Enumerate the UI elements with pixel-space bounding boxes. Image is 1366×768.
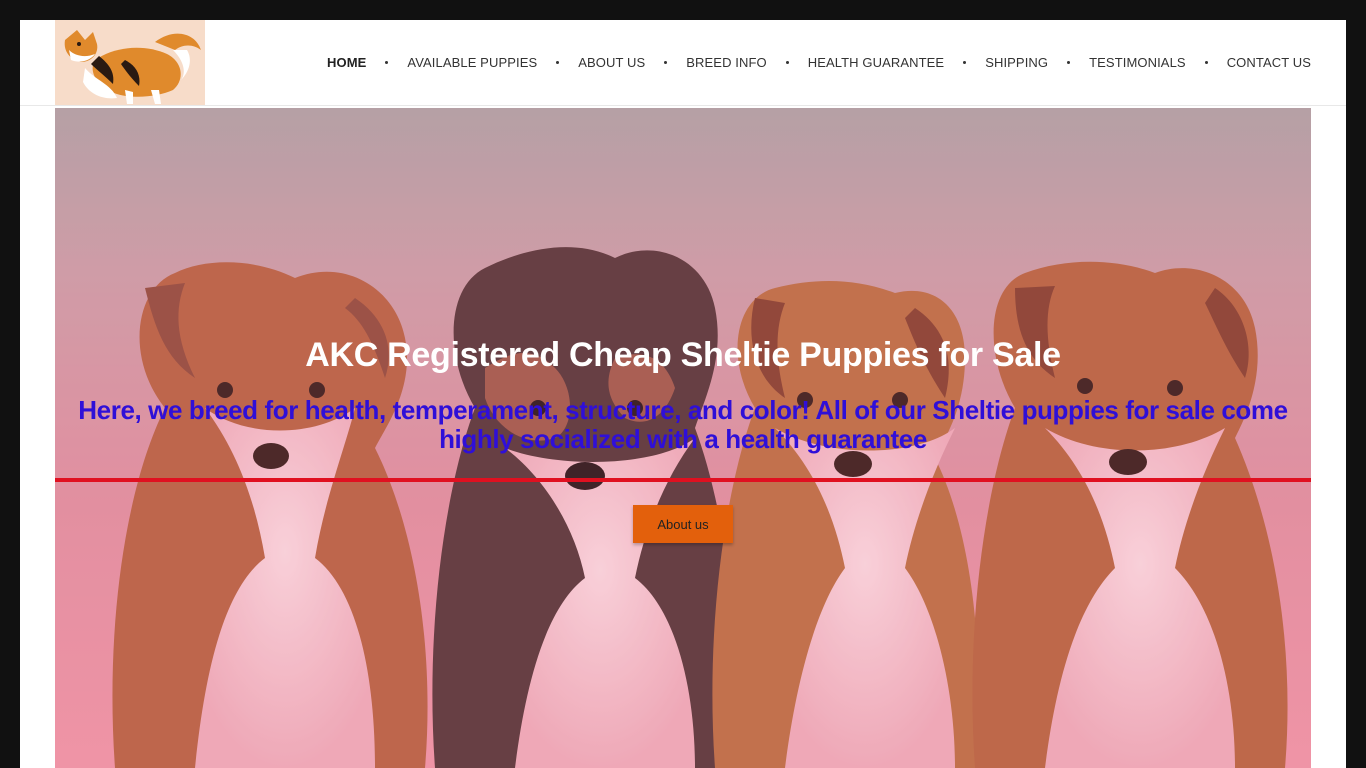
site-header: HOME AVAILABLE PUPPIES ABOUT US BREED IN…: [20, 20, 1346, 106]
nav-item-testimonials[interactable]: TESTIMONIALS: [1089, 55, 1186, 70]
nav-item-available-puppies[interactable]: AVAILABLE PUPPIES: [407, 55, 537, 70]
nav-item-home[interactable]: HOME: [327, 55, 366, 70]
sheltie-dog-logo-icon: [55, 20, 205, 105]
hero-banner: AKC Registered Cheap Sheltie Puppies for…: [55, 108, 1311, 768]
nav-item-shipping[interactable]: SHIPPING: [985, 55, 1048, 70]
nav-separator-dot: [664, 61, 668, 64]
page-frame: HOME AVAILABLE PUPPIES ABOUT US BREED IN…: [20, 20, 1346, 768]
site-logo[interactable]: [55, 20, 205, 105]
hero-subtitle: Here, we breed for health, temperament, …: [78, 395, 1288, 454]
hero-divider-line: [55, 478, 1311, 482]
hero-title: AKC Registered Cheap Sheltie Puppies for…: [305, 336, 1061, 374]
nav-separator-dot: [556, 61, 560, 64]
about-us-button[interactable]: About us: [633, 505, 733, 543]
nav-separator-dot: [385, 61, 389, 64]
main-navigation: HOME AVAILABLE PUPPIES ABOUT US BREED IN…: [327, 20, 1311, 105]
nav-separator-dot: [785, 61, 789, 64]
nav-item-breed-info[interactable]: BREED INFO: [686, 55, 766, 70]
nav-item-contact-us[interactable]: CONTACT US: [1227, 55, 1311, 70]
nav-separator-dot: [963, 61, 967, 64]
nav-separator-dot: [1067, 61, 1071, 64]
nav-separator-dot: [1204, 61, 1208, 64]
nav-item-health-guarantee[interactable]: HEALTH GUARANTEE: [808, 55, 944, 70]
nav-item-about-us[interactable]: ABOUT US: [578, 55, 645, 70]
